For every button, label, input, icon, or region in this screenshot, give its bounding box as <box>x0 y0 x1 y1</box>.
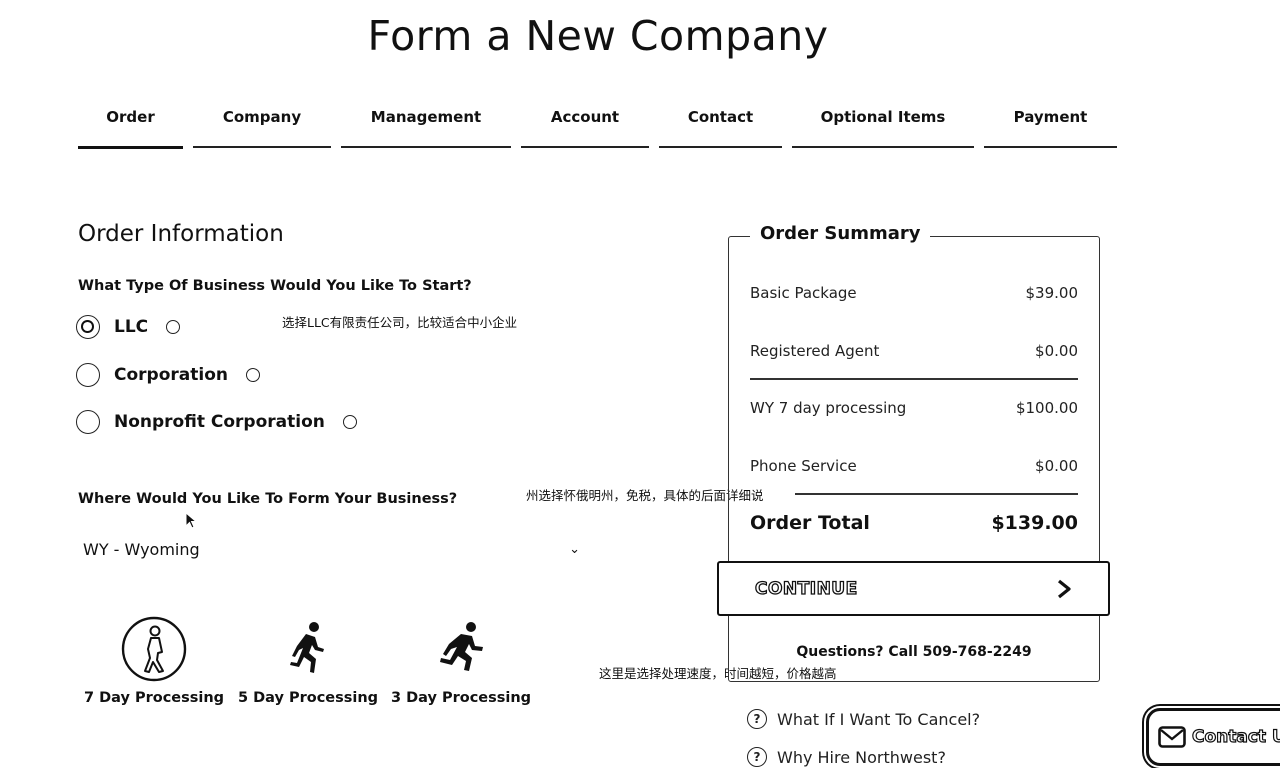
llc-radio[interactable] <box>76 315 100 339</box>
mouse-cursor-icon <box>185 512 197 529</box>
llc-label: LLC <box>114 317 149 337</box>
annotation-llc-note: 选择LLC有限责任公司，比较适合中小企业 <box>282 315 518 330</box>
faq-why-hire-label: Why Hire Northwest? <box>777 747 946 767</box>
continue-button[interactable]: CONTINUE <box>717 561 1110 616</box>
summary-divider <box>795 493 1078 495</box>
tab-contact[interactable]: Contact <box>659 100 782 148</box>
info-circle-icon[interactable] <box>245 368 260 382</box>
corporation-label: Corporation <box>114 365 228 385</box>
info-circle-icon[interactable] <box>166 320 181 334</box>
summary-item-price: $100.00 <box>1015 399 1078 417</box>
nonprofit-label: Nonprofit Corporation <box>114 412 325 432</box>
order-summary-title: Order Summary <box>750 223 931 244</box>
summary-divider <box>750 378 1078 380</box>
processing-label-3-day: 3 Day Processing <box>390 690 532 706</box>
tab-optional-items[interactable]: Optional Items <box>792 100 974 148</box>
contact-us-button[interactable]: Contact U <box>1146 708 1280 766</box>
question-circle-icon: ? <box>747 747 767 767</box>
order-total-value: $139.00 <box>991 512 1078 534</box>
processing-option-7-day[interactable]: 7 Day Processing <box>79 614 229 706</box>
order-total-row: Order Total $139.00 <box>750 512 1078 534</box>
summary-item-name: Registered Agent <box>750 342 880 360</box>
walking-person-icon <box>121 616 187 682</box>
state-select-value: WY - Wyoming <box>83 539 200 559</box>
tab-company[interactable]: Company <box>193 100 331 148</box>
tab-payment[interactable]: Payment <box>984 100 1117 148</box>
summary-item-name: WY 7 day processing <box>750 399 907 417</box>
business-type-question: What Type Of Business Would You Like To … <box>78 278 472 294</box>
summary-line-item: Phone Service $0.00 <box>750 457 1078 475</box>
faq-cancel-label: What If I Want To Cancel? <box>777 709 981 729</box>
summary-item-price: $0.00 <box>1035 342 1078 360</box>
summary-item-name: Phone Service <box>750 457 857 475</box>
chevron-down-icon: ⌄ <box>569 541 580 557</box>
question-circle-icon: ? <box>747 709 767 729</box>
summary-line-item: WY 7 day processing $100.00 <box>750 399 1078 417</box>
processing-option-5-day[interactable]: 5 Day Processing <box>233 614 383 706</box>
processing-label-5-day: 5 Day Processing <box>237 690 379 706</box>
tab-order[interactable]: Order <box>78 100 183 149</box>
order-information-heading: Order Information <box>78 221 284 247</box>
order-total-label: Order Total <box>750 512 870 534</box>
processing-option-3-day[interactable]: 3 Day Processing <box>386 614 536 706</box>
envelope-icon <box>1158 726 1186 748</box>
state-select[interactable]: WY - Wyoming ⌄ <box>78 534 582 564</box>
summary-line-item: Basic Package $39.00 <box>750 284 1078 302</box>
faq-cancel-link[interactable]: ? What If I Want To Cancel? <box>747 709 980 729</box>
nonprofit-radio[interactable] <box>76 410 100 434</box>
page-title: Form a New Company <box>367 12 829 60</box>
tab-account[interactable]: Account <box>521 100 649 148</box>
corporation-radio[interactable] <box>76 363 100 387</box>
summary-item-price: $39.00 <box>1025 284 1079 302</box>
chevron-right-icon <box>1058 579 1071 598</box>
running-person-icon <box>290 622 324 673</box>
running-person-icon <box>440 622 483 671</box>
phone-contact-text: Questions? Call 509-768-2249 <box>796 644 1032 660</box>
business-type-option-nonprofit[interactable]: Nonprofit Corporation <box>76 408 357 436</box>
summary-item-name: Basic Package <box>750 284 857 302</box>
faq-why-hire-link[interactable]: ? Why Hire Northwest? <box>747 747 946 767</box>
tab-management[interactable]: Management <box>341 100 511 148</box>
info-circle-icon[interactable] <box>342 415 357 429</box>
business-type-option-llc[interactable]: LLC <box>76 313 181 341</box>
continue-label: CONTINUE <box>754 578 858 599</box>
state-question: Where Would You Like To Form Your Busine… <box>78 491 458 507</box>
contact-us-label: Contact U <box>1191 726 1280 747</box>
summary-item-price: $0.00 <box>1035 457 1078 475</box>
processing-label-7-day: 7 Day Processing <box>83 690 225 706</box>
summary-line-item: Registered Agent $0.00 <box>750 342 1078 360</box>
business-type-option-corporation[interactable]: Corporation <box>76 361 260 389</box>
